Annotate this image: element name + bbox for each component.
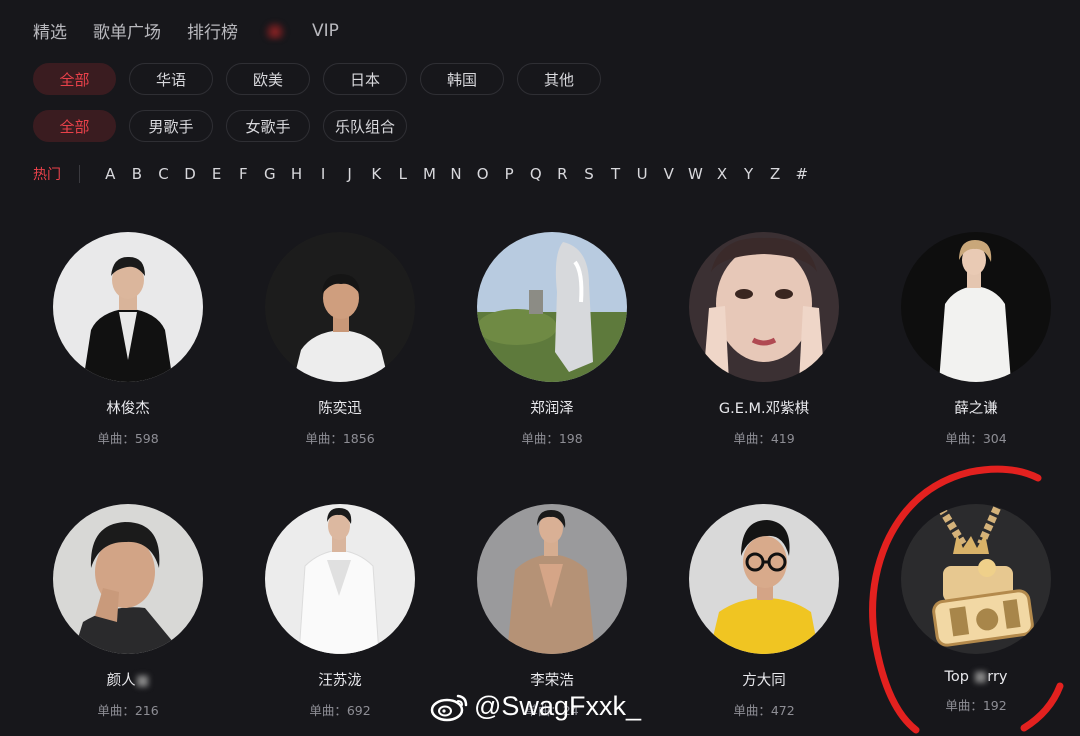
- artist-card[interactable]: 汪苏泷 单曲：692: [250, 504, 430, 719]
- artist-avatar[interactable]: [265, 232, 415, 382]
- alpha-letter[interactable]: N: [443, 165, 470, 183]
- artist-song-count: 单曲：198: [521, 431, 583, 446]
- alpha-letter[interactable]: J: [336, 165, 363, 183]
- artist-song-count: 单曲：472: [733, 703, 795, 718]
- type-filter-row: 全部 男歌手 女歌手 乐队组合: [33, 110, 420, 142]
- region-filter-row: 全部 华语 欧美 日本 韩国 其他: [33, 63, 614, 95]
- artist-name[interactable]: 汪苏泷: [250, 669, 430, 690]
- artist-name[interactable]: 郑润泽: [462, 397, 642, 418]
- artist-song-count: 单曲：216: [97, 703, 159, 718]
- artist-avatar[interactable]: [477, 504, 627, 654]
- artist-card[interactable]: 林俊杰 单曲：598: [38, 232, 218, 447]
- artist-avatar[interactable]: [477, 232, 627, 382]
- alpha-letter[interactable]: R: [549, 165, 576, 183]
- artist-card[interactable]: 李荣浩 单曲：24: [462, 504, 642, 719]
- artist-song-count: 单曲：304: [945, 431, 1007, 446]
- type-filter-all[interactable]: 全部: [33, 110, 116, 142]
- alpha-divider: [79, 165, 80, 183]
- alpha-letter[interactable]: S: [576, 165, 603, 183]
- alpha-letter[interactable]: K: [363, 165, 390, 183]
- artist-card[interactable]: 颜人■ 单曲：216: [38, 504, 218, 719]
- artist-name[interactable]: G.E.M.邓紫棋: [674, 397, 854, 418]
- alpha-letter[interactable]: D: [177, 165, 204, 183]
- artist-name-text: 颜人: [106, 673, 136, 689]
- artist-song-count: 单曲：419: [733, 431, 795, 446]
- weibo-icon: [430, 694, 468, 722]
- artist-avatar[interactable]: [689, 504, 839, 654]
- alphabet-index: 热门 A B C D E F G H I J K L M N O P Q R S…: [33, 164, 815, 184]
- alpha-letter[interactable]: O: [469, 165, 496, 183]
- artist-song-count: 单曲：1856: [305, 431, 375, 446]
- artist-song-count: 单曲：598: [97, 431, 159, 446]
- watermark-text: @SwagFxxk_: [474, 690, 641, 721]
- region-filter-other[interactable]: 其他: [517, 63, 601, 95]
- nav-charts[interactable]: 排行榜: [187, 18, 238, 43]
- artist-card[interactable]: 陈奕迅 单曲：1856: [250, 232, 430, 447]
- artist-card[interactable]: 郑润泽 单曲：198: [462, 232, 642, 447]
- artist-card[interactable]: 方大同 单曲：472: [674, 504, 854, 719]
- alpha-letter[interactable]: Z: [762, 165, 789, 183]
- alpha-letter[interactable]: W: [682, 165, 709, 183]
- alpha-letter[interactable]: A: [97, 165, 124, 183]
- alpha-letter[interactable]: I: [310, 165, 337, 183]
- artist-name[interactable]: 陈奕迅: [250, 397, 430, 418]
- alpha-letter[interactable]: V: [655, 165, 682, 183]
- artist-avatar[interactable]: [901, 232, 1051, 382]
- artist-avatar[interactable]: [265, 504, 415, 654]
- artist-name[interactable]: 薛之谦: [886, 397, 1066, 418]
- alpha-letter[interactable]: #: [788, 165, 815, 183]
- region-filter-western[interactable]: 欧美: [226, 63, 310, 95]
- alpha-letter[interactable]: L: [390, 165, 417, 183]
- alpha-letter[interactable]: X: [709, 165, 736, 183]
- alpha-letter[interactable]: Y: [735, 165, 762, 183]
- artist-name[interactable]: 李荣浩: [462, 669, 642, 690]
- red-annotation-circle: [869, 465, 1064, 734]
- alpha-letter[interactable]: U: [629, 165, 656, 183]
- artist-name[interactable]: 颜人■: [38, 669, 218, 690]
- artist-name[interactable]: 方大同: [674, 669, 854, 690]
- alpha-letter[interactable]: C: [150, 165, 177, 183]
- artist-avatar[interactable]: [53, 232, 203, 382]
- region-filter-chinese[interactable]: 华语: [129, 63, 213, 95]
- nav-vip[interactable]: VIP: [312, 21, 339, 41]
- alpha-letter[interactable]: F: [230, 165, 257, 183]
- region-filter-all[interactable]: 全部: [33, 63, 116, 95]
- region-filter-japan[interactable]: 日本: [323, 63, 407, 95]
- nav-featured[interactable]: 精选: [33, 18, 67, 43]
- artist-card[interactable]: G.E.M.邓紫棋 单曲：419: [674, 232, 854, 447]
- artist-avatar[interactable]: [689, 232, 839, 382]
- region-filter-korea[interactable]: 韩国: [420, 63, 504, 95]
- type-filter-male[interactable]: 男歌手: [129, 110, 213, 142]
- type-filter-female[interactable]: 女歌手: [226, 110, 310, 142]
- alpha-letter[interactable]: G: [257, 165, 284, 183]
- blurred-character: ■: [135, 673, 150, 689]
- alpha-letter[interactable]: P: [496, 165, 523, 183]
- alpha-hot[interactable]: 热门: [33, 164, 61, 184]
- artist-card[interactable]: 薛之谦 单曲：304: [886, 232, 1066, 447]
- alpha-letter[interactable]: B: [124, 165, 151, 183]
- type-filter-band[interactable]: 乐队组合: [323, 110, 407, 142]
- nav-blurred-item[interactable]: [264, 21, 286, 40]
- alpha-letter[interactable]: H: [283, 165, 310, 183]
- artist-song-count: 单曲：692: [309, 703, 371, 718]
- artist-name[interactable]: 林俊杰: [38, 397, 218, 418]
- alpha-letter[interactable]: E: [203, 165, 230, 183]
- top-nav: 精选 歌单广场 排行榜 VIP: [33, 18, 365, 44]
- nav-playlist-square[interactable]: 歌单广场: [93, 18, 161, 43]
- watermark: @SwagFxxk_: [430, 690, 641, 722]
- alpha-letter[interactable]: T: [602, 165, 629, 183]
- artist-avatar[interactable]: [53, 504, 203, 654]
- alpha-letter[interactable]: M: [416, 165, 443, 183]
- alpha-letter[interactable]: Q: [523, 165, 550, 183]
